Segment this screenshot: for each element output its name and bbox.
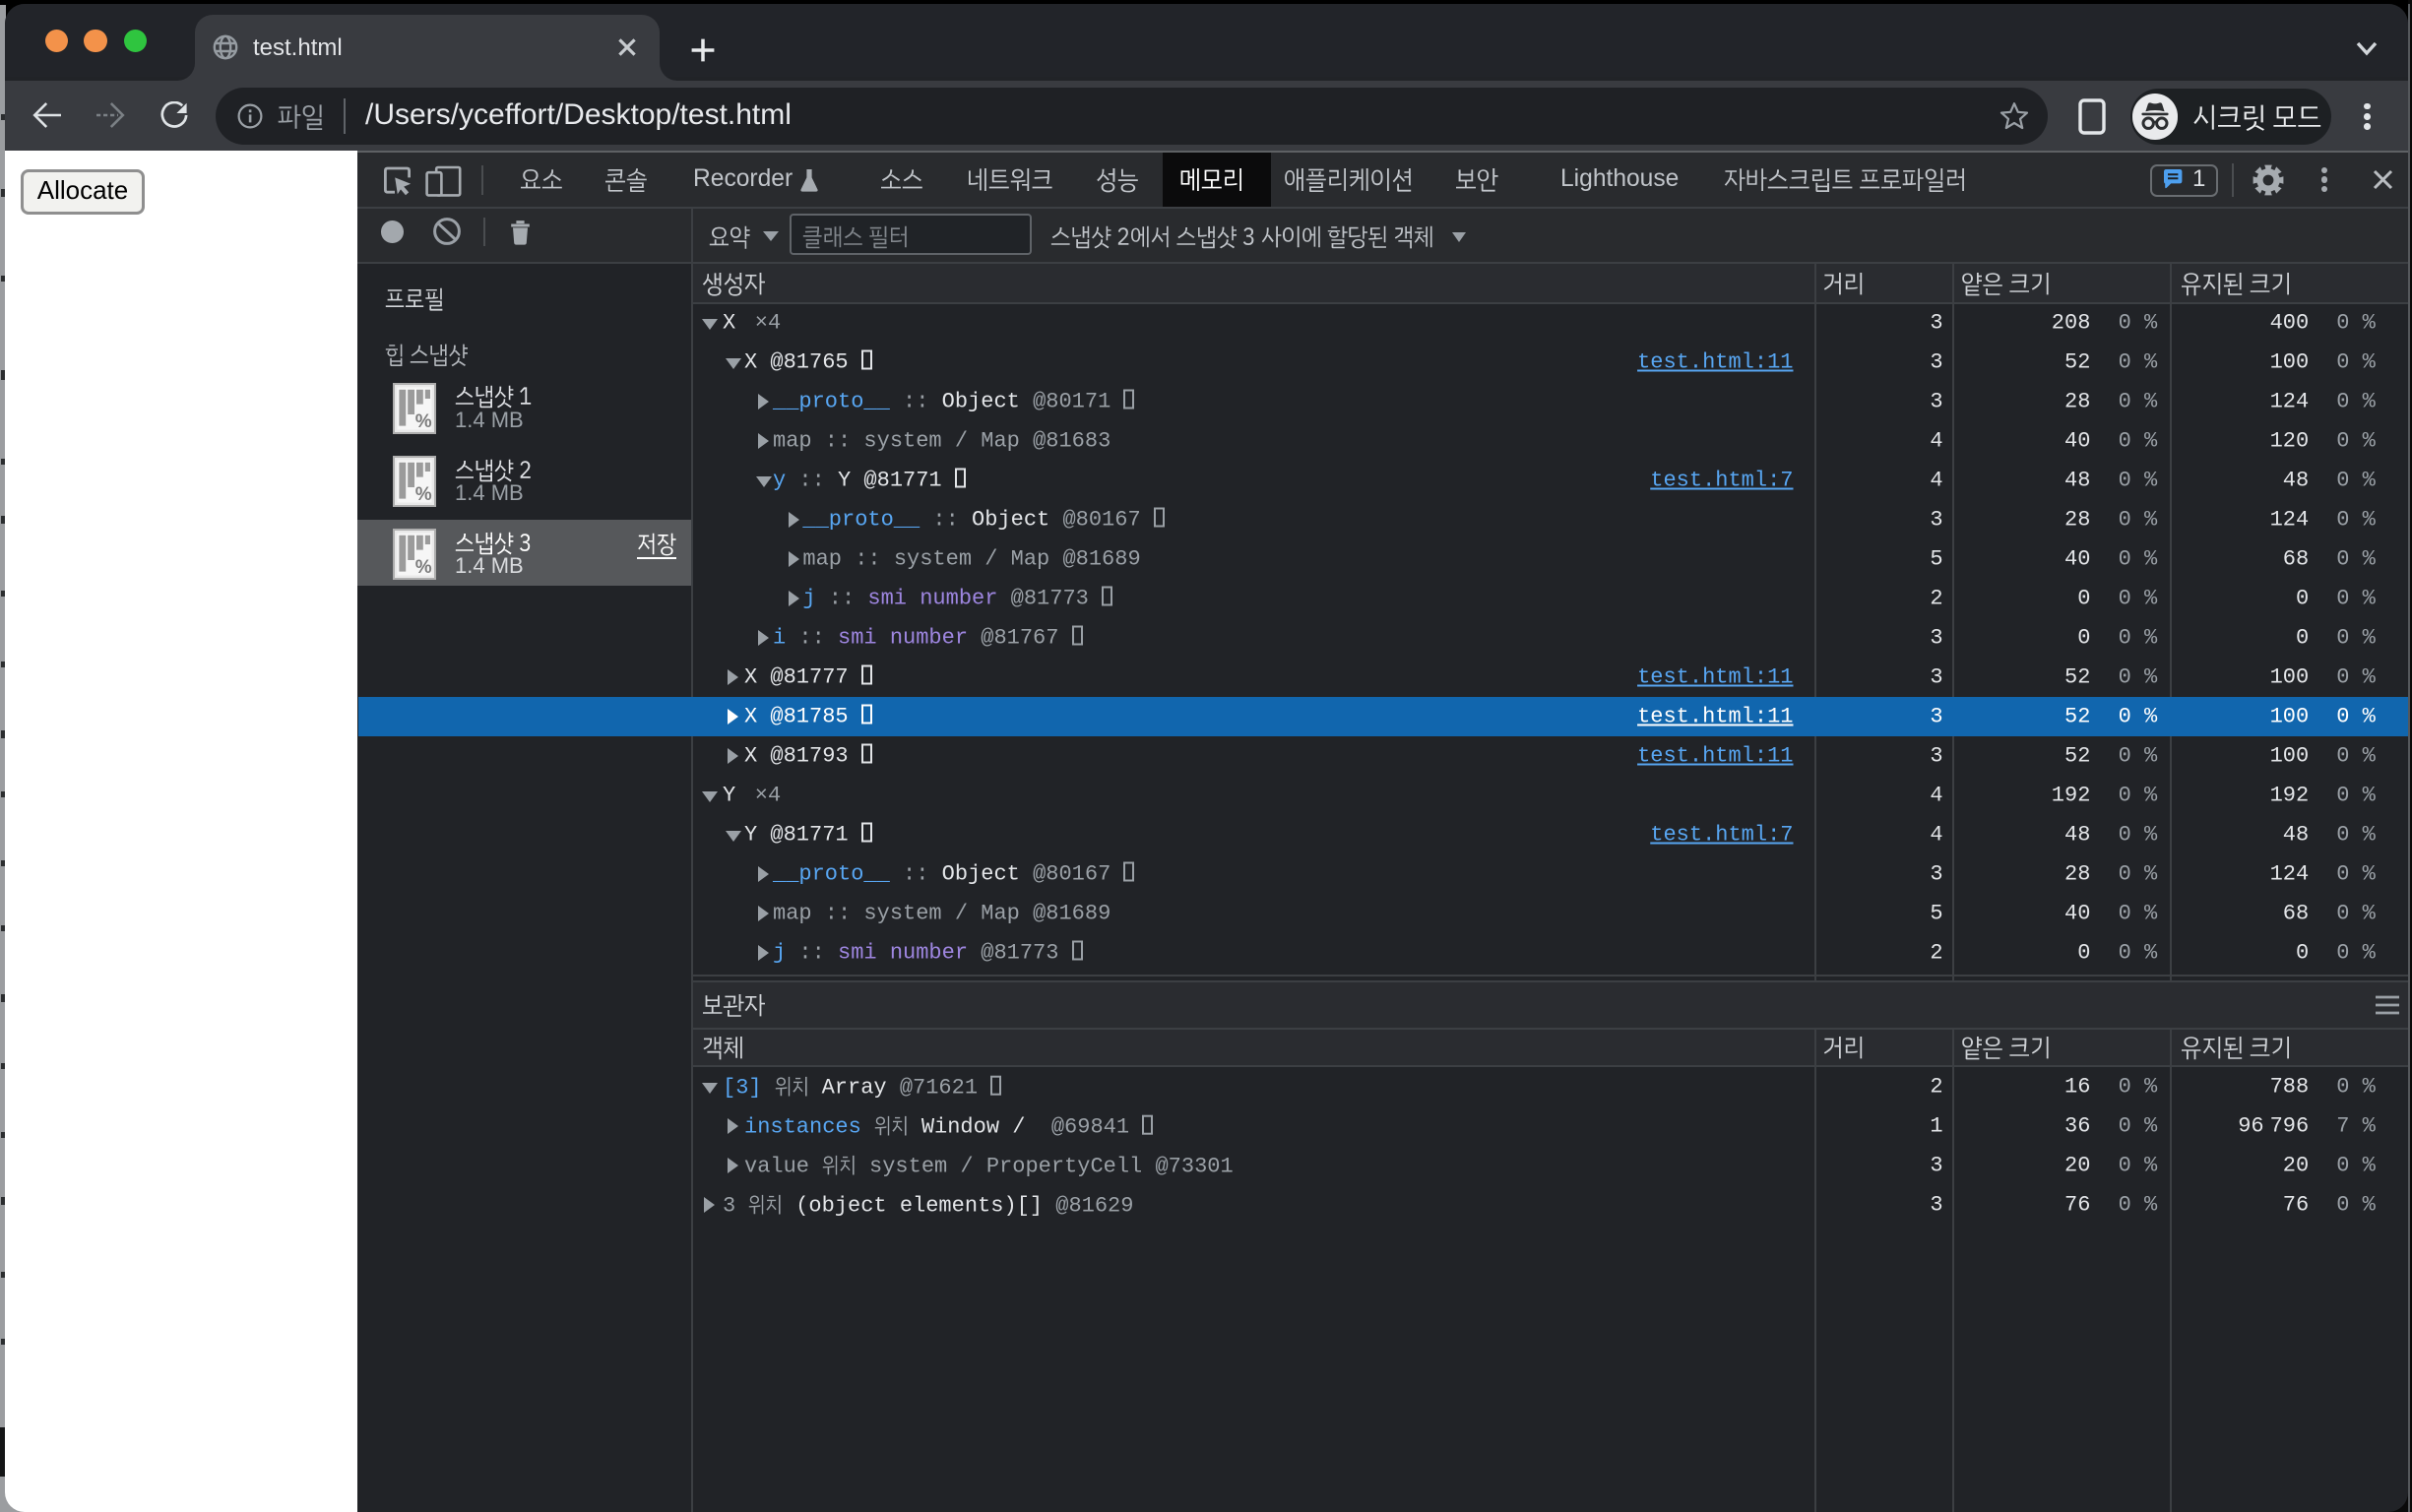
- svg-text:%: %: [415, 484, 432, 505]
- svg-text:%: %: [415, 411, 432, 432]
- svg-text:%: %: [415, 557, 432, 578]
